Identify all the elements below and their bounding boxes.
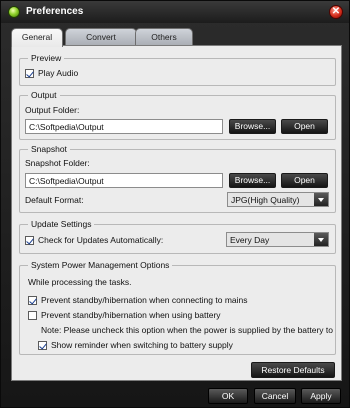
snapshot-folder-field[interactable]: C:\Softpedia\Output	[25, 173, 223, 188]
preview-group-title: Preview	[28, 53, 65, 63]
output-group: Output Output Folder: C:\Softpedia\Outpu…	[19, 90, 336, 140]
app-logo-icon	[8, 6, 20, 18]
check-updates-checkbox[interactable]	[25, 236, 34, 245]
play-audio-label: Play Audio	[38, 68, 79, 78]
update-settings-group-title: Update Settings	[28, 219, 95, 229]
show-reminder-label: Show reminder when switching to battery …	[51, 340, 233, 350]
output-browse-button[interactable]: Browse...	[229, 119, 276, 134]
ok-button[interactable]: OK	[208, 388, 248, 404]
cancel-button[interactable]: Cancel	[254, 388, 296, 404]
default-format-label: Default Format:	[25, 195, 84, 205]
default-format-dropdown[interactable]: JPG(High Quality)	[227, 192, 329, 207]
apply-button[interactable]: Apply	[301, 388, 341, 404]
snapshot-open-button[interactable]: Open	[281, 173, 328, 188]
update-settings-group: Update Settings Check for Updates Automa…	[19, 219, 336, 254]
prevent-battery-checkbox[interactable]	[28, 311, 37, 320]
general-tab-panel: Preview Play Audio Output Output Folder:…	[11, 45, 342, 381]
prevent-battery-label: Prevent standby/hibernation when using b…	[41, 310, 221, 320]
snapshot-browse-button[interactable]: Browse...	[229, 173, 276, 188]
check-updates-label: Check for Updates Automatically:	[38, 235, 164, 245]
play-audio-checkbox[interactable]	[25, 69, 34, 78]
snapshot-group: Snapshot Snapshot Folder: C:\Softpedia\O…	[19, 144, 336, 213]
output-group-title: Output	[28, 90, 60, 100]
prevent-mains-label: Prevent standby/hibernation when connect…	[41, 295, 248, 305]
power-management-group: System Power Management Options While pr…	[19, 260, 336, 355]
power-note-text: Note: Please uncheck this option when th…	[41, 325, 334, 335]
default-format-value: JPG(High Quality)	[231, 195, 300, 205]
power-management-group-title: System Power Management Options	[28, 260, 173, 270]
snapshot-folder-label: Snapshot Folder:	[25, 158, 90, 168]
prevent-mains-checkbox[interactable]	[28, 296, 37, 305]
chevron-down-icon[interactable]	[314, 233, 328, 246]
tab-convert[interactable]: Convert	[65, 28, 137, 46]
output-folder-label: Output Folder:	[25, 105, 80, 115]
preview-group: Preview Play Audio	[19, 53, 336, 86]
update-frequency-value: Every Day	[230, 235, 270, 245]
restore-defaults-button[interactable]: Restore Defaults	[251, 362, 335, 378]
power-intro-text: While processing the tasks.	[28, 277, 132, 287]
update-frequency-dropdown[interactable]: Every Day	[226, 232, 329, 247]
output-folder-field[interactable]: C:\Softpedia\Output	[25, 119, 223, 134]
chevron-down-icon[interactable]	[314, 193, 328, 206]
show-reminder-checkbox[interactable]	[38, 341, 47, 350]
window-title: Preferences	[26, 6, 84, 17]
preferences-window: Preferences ✕ General Convert Others Pre…	[0, 0, 350, 408]
output-open-button[interactable]: Open	[281, 119, 328, 134]
tab-general[interactable]: General	[11, 28, 63, 47]
title-bar[interactable]: Preferences ✕	[1, 1, 349, 23]
tab-others[interactable]: Others	[135, 28, 193, 46]
snapshot-group-title: Snapshot	[28, 144, 70, 154]
close-icon[interactable]: ✕	[329, 5, 343, 19]
